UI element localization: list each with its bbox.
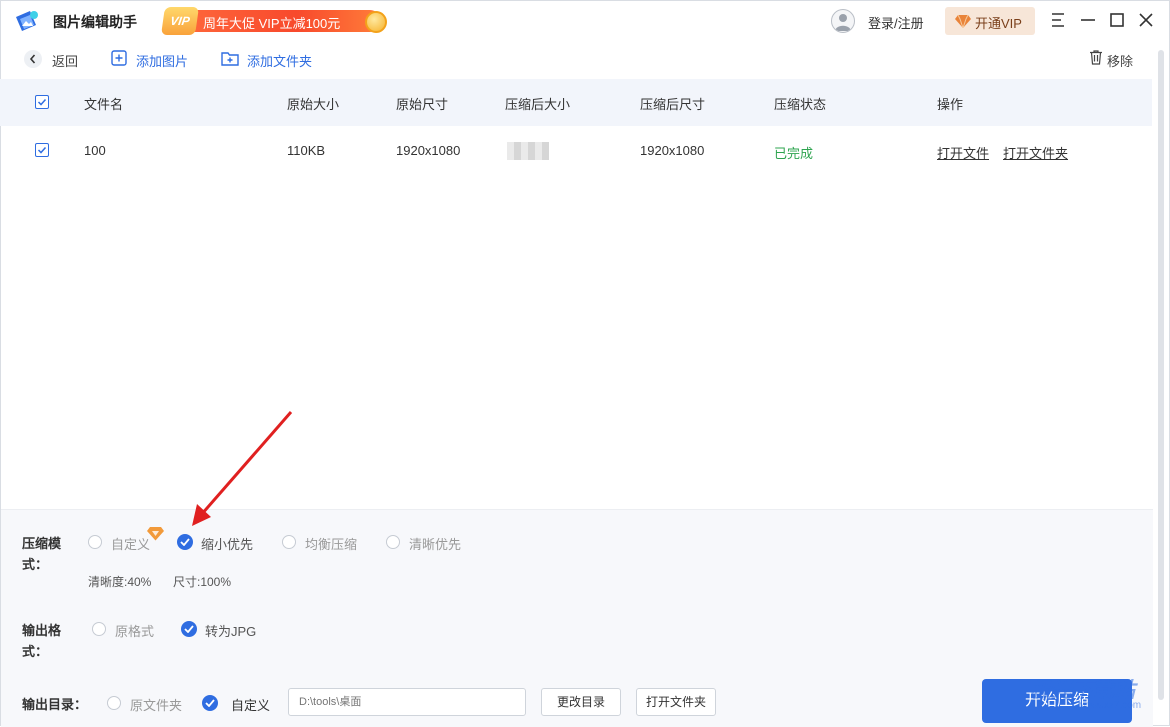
output-directory-label: 输出目录： — [22, 697, 88, 712]
column-header-compressed-dimensions[interactable]: 压缩后尺寸 — [640, 94, 705, 113]
annotation-arrow-icon — [192, 411, 293, 526]
coin-icon — [365, 11, 387, 33]
minimize-icon[interactable] — [1077, 9, 1099, 31]
dir-custom-radio[interactable] — [202, 695, 218, 711]
mode-custom-label[interactable]: 自定义 — [111, 534, 150, 553]
menu-icon[interactable] — [1048, 9, 1070, 31]
output-path-input[interactable] — [288, 688, 526, 716]
scrollbar[interactable] — [1158, 50, 1164, 700]
mode-shrink-priority-label[interactable]: 缩小优先 — [201, 534, 253, 553]
cell-status: 已完成 — [774, 146, 814, 161]
vip-diamond-icon — [147, 526, 164, 541]
mode-shrink-priority-radio[interactable] — [177, 534, 193, 550]
add-image-icon[interactable] — [111, 50, 127, 66]
promo-text: 周年大促 VIP立减100元 — [203, 16, 341, 31]
add-folder-button[interactable]: 添加文件夹 — [247, 51, 312, 70]
column-header-compressed-size[interactable]: 压缩后大小 — [505, 94, 570, 113]
column-header-original-dimensions[interactable]: 原始尺寸 — [396, 94, 448, 113]
open-folder-button[interactable]: 打开文件夹 — [636, 688, 716, 716]
column-header-actions: 操作 — [937, 97, 964, 112]
diamond-icon — [955, 14, 971, 31]
cell-compressed-size-redacted — [507, 142, 549, 160]
format-original-label[interactable]: 原格式 — [115, 621, 154, 640]
promo-vip-badge: VIP — [161, 7, 199, 35]
mode-balanced-radio[interactable] — [282, 535, 296, 549]
chevron-left-icon — [29, 54, 36, 64]
size-value: 尺寸:100% — [173, 575, 232, 589]
column-header-status[interactable]: 压缩状态 — [774, 94, 826, 113]
format-jpg-radio[interactable] — [181, 621, 197, 637]
close-icon[interactable] — [1135, 9, 1157, 31]
back-button[interactable] — [24, 50, 42, 68]
maximize-icon[interactable] — [1106, 9, 1128, 31]
open-file-link[interactable]: 打开文件 — [937, 143, 989, 162]
app-logo-icon — [13, 8, 41, 36]
cell-original-size: 110KB — [287, 143, 326, 158]
cell-original-dimensions: 1920x1080 — [396, 143, 461, 158]
add-image-button[interactable]: 添加图片 — [136, 51, 188, 70]
column-header-filename[interactable]: 文件名 — [84, 94, 123, 113]
output-format-label-line2: 式： — [22, 644, 49, 659]
mode-clarity-priority-label[interactable]: 清晰优先 — [409, 534, 461, 553]
compression-mode-label-line2: 式： — [22, 557, 49, 572]
back-label[interactable]: 返回 — [52, 51, 78, 70]
mode-custom-radio[interactable] — [88, 535, 102, 549]
output-format-label-line1: 输出格 — [22, 623, 62, 638]
app-title: 图片编辑助手 — [53, 14, 137, 30]
open-folder-link[interactable]: 打开文件夹 — [1003, 143, 1068, 162]
trash-icon[interactable] — [1088, 49, 1104, 65]
avatar[interactable] — [831, 9, 855, 33]
remove-button[interactable]: 移除 — [1107, 51, 1133, 70]
change-directory-button[interactable]: 更改目录 — [541, 688, 621, 716]
cell-compressed-dimensions: 1920x1080 — [640, 143, 705, 158]
watermark-url: www.xz7.com — [1080, 700, 1142, 711]
add-folder-icon[interactable] — [221, 50, 239, 66]
open-vip-label: 开通VIP — [975, 16, 1022, 31]
format-original-radio[interactable] — [92, 622, 106, 636]
clarity-value: 清晰度:40% — [88, 575, 152, 589]
table-header — [0, 79, 1152, 126]
select-all-checkbox[interactable] — [35, 95, 49, 109]
dir-original-radio[interactable] — [107, 696, 121, 710]
compression-mode-label-line1: 压缩模 — [22, 536, 62, 551]
mode-balanced-label[interactable]: 均衡压缩 — [305, 534, 357, 553]
open-vip-button[interactable]: 开通VIP — [945, 7, 1035, 35]
mode-clarity-priority-radio[interactable] — [386, 535, 400, 549]
promo-banner[interactable]: VIP 周年大促 VIP立减100元 — [161, 7, 387, 35]
dir-original-label[interactable]: 原文件夹 — [130, 695, 182, 714]
dir-custom-label[interactable]: 自定义 — [231, 695, 270, 714]
format-jpg-label[interactable]: 转为JPG — [205, 621, 256, 640]
login-register-link[interactable]: 登录/注册 — [868, 13, 924, 32]
column-header-original-size[interactable]: 原始大小 — [287, 94, 339, 113]
row-checkbox[interactable] — [35, 143, 49, 157]
cell-filename: 100 — [84, 143, 106, 158]
